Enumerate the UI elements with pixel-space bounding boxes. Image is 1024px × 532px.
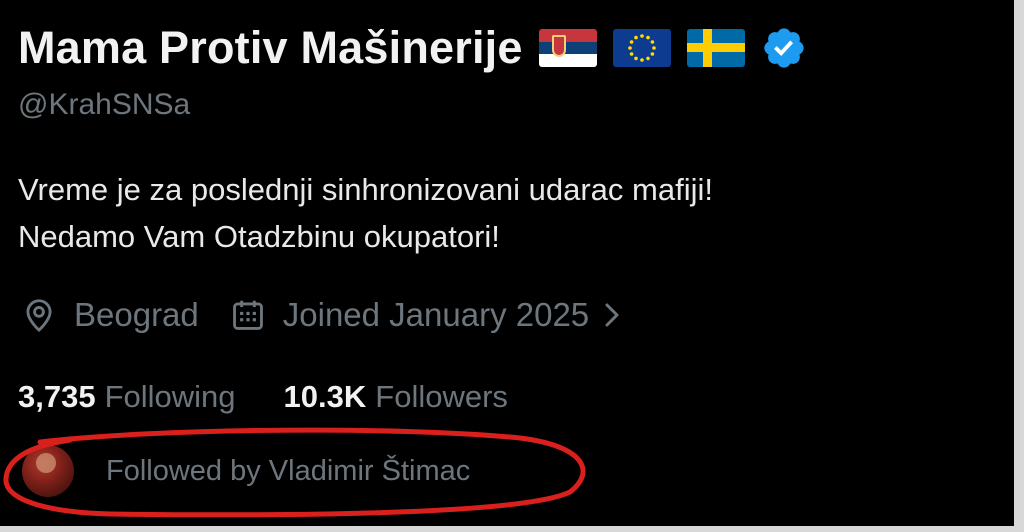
joined-text: Joined January 2025 [282,296,590,333]
profile-card: Mama Protiv Mašinerije @KrahSNSa Vreme j… [0,0,1024,532]
display-name: Mama Protiv Mašinerije [18,22,523,73]
location-text: Beograd [74,296,199,333]
followers-label: Followers [375,379,508,414]
profile-meta: Beograd Joined January 2025 [20,290,623,340]
calendar-icon [232,300,263,330]
followers-link[interactable]: 10.3K Followers [284,379,508,415]
screenshot-edge-right [1014,0,1024,532]
following-count: 3,735 [18,379,96,414]
followers-count: 10.3K [283,379,367,414]
sweden-flag-icon [686,29,745,67]
profile-handle: @KrahSNSa [18,88,191,121]
eu-flag-icon [612,29,671,67]
bio-line: Vreme je za poslednji sinhronizovani uda… [18,172,713,207]
red-annotation-ellipse [3,427,586,518]
location-pin-icon [26,299,52,332]
location-item: Beograd [20,296,199,334]
follow-stats: 3,735 Following 10.3K Followers [18,374,508,420]
following-label: Following [104,379,236,414]
bio-line: Nedamo Vam Otadzbinu okupatori! [18,219,500,254]
following-link[interactable]: 3,735 Following [18,379,236,415]
profile-bio: Vreme je za poslednji sinhronizovani uda… [18,166,713,260]
verified-badge-icon[interactable] [761,25,807,71]
screenshot-edge-bottom [0,526,1024,532]
name-row: Mama Protiv Mašinerije [18,18,807,78]
chevron-right-icon [605,303,619,327]
serbia-flag-icon [538,29,597,67]
joined-item[interactable]: Joined January 2025 [229,296,623,334]
